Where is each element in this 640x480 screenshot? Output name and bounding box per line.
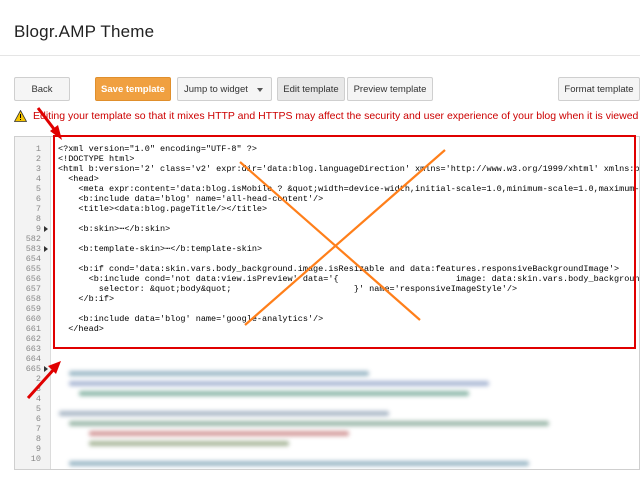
line-number: 662 xyxy=(25,334,41,344)
line-number: 656 xyxy=(25,274,41,284)
line-number: 4 xyxy=(35,174,41,184)
line-number: 8 xyxy=(35,214,41,224)
template-editor-page: Blogr.AMP Theme Back Save template Jump … xyxy=(0,0,640,480)
highlight-box xyxy=(53,135,636,349)
jump-to-widget-dropdown[interactable]: Jump to widget xyxy=(177,77,272,101)
warning-text: Editing your template so that it mixes H… xyxy=(33,110,639,122)
line-number: 9 xyxy=(35,444,41,454)
blurred-code xyxy=(59,369,619,469)
line-number: 664 xyxy=(25,354,41,364)
line-number: 660 xyxy=(25,314,41,324)
line-number: 5 xyxy=(35,404,41,414)
line-number: 655 xyxy=(25,264,41,274)
back-button[interactable]: Back xyxy=(14,77,70,101)
fold-toggle-icon[interactable] xyxy=(44,246,48,252)
line-number: 6 xyxy=(35,414,41,424)
jump-to-widget-label: Jump to widget xyxy=(184,83,248,95)
line-number: 8 xyxy=(35,434,41,444)
format-template-button[interactable]: Format template xyxy=(558,77,640,101)
line-number: 663 xyxy=(25,344,41,354)
line-number: 2 xyxy=(35,374,41,384)
line-number: 7 xyxy=(35,204,41,214)
line-number: 665 xyxy=(25,364,41,374)
edit-template-button[interactable]: Edit template xyxy=(277,77,345,101)
line-number: 661 xyxy=(25,324,41,334)
line-number: 5 xyxy=(35,184,41,194)
preview-template-button[interactable]: Preview template xyxy=(347,77,433,101)
chevron-down-icon xyxy=(257,88,263,92)
fold-toggle-icon[interactable] xyxy=(44,366,48,372)
line-number: 10 xyxy=(30,454,41,464)
line-number: 583 xyxy=(25,244,41,254)
line-number-gutter: 1 2 3 4 5 6 7 8 9 582 583 654 655 656 657 658 659 660 661 6… xyxy=(15,137,51,469)
line-number: 582 xyxy=(25,234,41,244)
line-number: 1 xyxy=(35,144,41,154)
line-number: 659 xyxy=(25,304,41,314)
line-number: 3 xyxy=(35,164,41,174)
save-template-button[interactable]: Save template xyxy=(95,77,171,101)
line-number: 6 xyxy=(35,194,41,204)
line-number: 3 xyxy=(35,384,41,394)
line-number: 657 xyxy=(25,284,41,294)
page-title: Blogr.AMP Theme xyxy=(14,22,155,41)
mixed-content-warning: Editing your template so that it mixes H… xyxy=(14,108,640,124)
line-number: 9 xyxy=(35,224,41,234)
line-number: 4 xyxy=(35,394,41,404)
line-number: 7 xyxy=(35,424,41,434)
fold-toggle-icon[interactable] xyxy=(44,226,48,232)
title-divider xyxy=(0,55,640,56)
line-number: 654 xyxy=(25,254,41,264)
line-number: 658 xyxy=(25,294,41,304)
warning-icon xyxy=(14,109,28,122)
line-number: 2 xyxy=(35,154,41,164)
